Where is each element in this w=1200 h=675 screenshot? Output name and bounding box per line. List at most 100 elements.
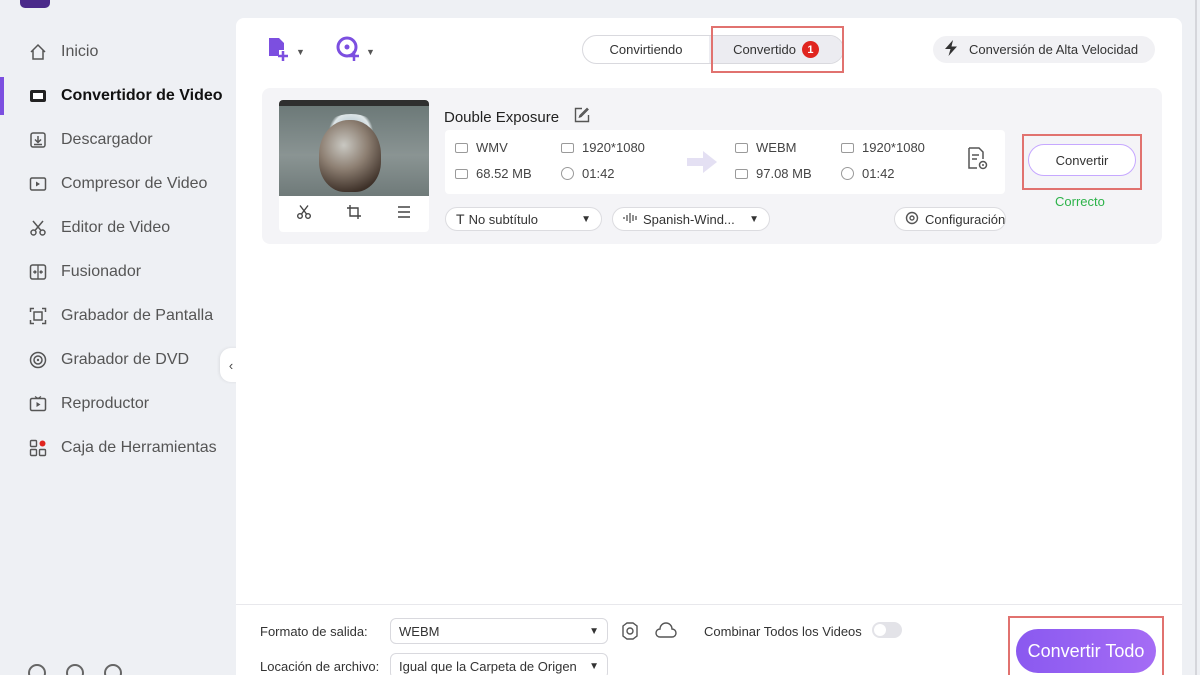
screen-record-icon [27,305,49,327]
chevron-down-icon: ▼ [589,625,599,637]
download-icon [27,129,49,151]
high-speed-conversion-button[interactable]: Conversión de Alta Velocidad [933,36,1155,63]
merge-icon [27,261,49,283]
audio-value-wrap: Spanish-Wind... [623,212,735,227]
target-size: 97.08 MB [735,166,812,181]
source-resolution: 1920*1080 [561,140,645,155]
high-speed-label: Conversión de Alta Velocidad [969,42,1139,57]
resolution-icon [841,142,854,153]
audio-track-dropdown[interactable]: Spanish-Wind... ▼ [612,207,770,231]
folder-icon [455,168,468,179]
target-resolution: 1920*1080 [841,140,925,155]
app-logo [20,0,50,8]
source-resolution-value: 1920*1080 [582,140,645,155]
sidebar-item-label: Inicio [61,43,99,60]
compress-icon [27,173,49,195]
crop-icon[interactable] [346,204,362,224]
target-resolution-value: 1920*1080 [862,140,925,155]
file-location-value: Igual que la Carpeta de Origen [399,658,577,674]
configuration-button[interactable]: Configuración [894,207,1006,231]
main-panel: ▼ ▼ Convirtiendo Convertido 1 Conversión… [236,18,1182,675]
cloud-icon[interactable] [654,621,678,646]
configuration-label: Configuración [925,211,1006,227]
sidebar-item-label: Grabador de Pantalla [61,307,214,324]
highlight-box [1008,616,1164,675]
merge-all-label: Combinar Todos los Videos [704,624,862,639]
file-location-select[interactable]: Igual que la Carpeta de Origen ▼ [390,653,608,675]
add-file-icon [266,36,292,67]
chevron-down-icon: ▼ [749,213,759,225]
sidebar-item-label: Convertidor de Video [61,87,223,104]
sidebar-item-fusionador[interactable]: Fusionador [0,250,236,294]
sidebar-item-compresor[interactable]: Compresor de Video [0,162,236,206]
output-format-select[interactable]: WEBM ▼ [390,618,608,644]
subtitle-dropdown[interactable]: T No subtítulo ▼ [445,207,602,231]
target-format: WEBM [735,140,796,155]
add-file-button[interactable]: ▼ [266,36,305,67]
sidebar: Inicio Convertidor de Video Descargador … [0,0,236,675]
sidebar-item-grabador-pantalla[interactable]: Grabador de Pantalla [0,294,236,338]
sidebar-item-descargador[interactable]: Descargador [0,118,236,162]
player-icon [27,393,49,415]
source-size: 68.52 MB [455,166,532,181]
target-size-value: 97.08 MB [756,166,812,181]
subtitle-value-wrap: T No subtítulo [456,211,538,227]
sidebar-item-label: Compresor de Video [61,175,208,192]
output-format-label: Formato de salida: [260,624,368,639]
thumbnail-decoration [319,120,381,192]
source-duration-value: 01:42 [582,166,615,181]
sidebar-item-label: Fusionador [61,263,142,280]
sidebar-item-label: Reproductor [61,395,150,412]
sidebar-item-reproductor[interactable]: Reproductor [0,382,236,426]
source-format-value: WMV [476,140,508,155]
sidebar-item-label: Editor de Video [61,219,171,236]
sidebar-item-label: Grabador de DVD [61,351,190,368]
source-size-value: 68.52 MB [476,166,532,181]
sidebar-item-convertidor[interactable]: Convertidor de Video [0,74,236,118]
chevron-down-icon: ▼ [296,46,305,57]
feedback-icon[interactable] [104,664,122,675]
add-disc-icon [336,36,362,67]
target-format-value: WEBM [756,140,797,155]
home-icon [27,41,49,63]
arrow-right-icon [687,151,717,173]
output-settings-icon[interactable] [966,146,990,177]
tab-converting[interactable]: Convirtiendo [583,36,709,63]
video-thumbnail-panel [279,100,429,232]
sidebar-item-editor[interactable]: Editor de Video [0,206,236,250]
file-name-row: Double Exposure [444,106,591,128]
toolbox-icon [27,437,49,459]
file-card: Double Exposure WMV 1920*1080 68.52 MB 0… [262,88,1162,244]
add-media-button[interactable]: ▼ [336,36,375,67]
audio-value: Spanish-Wind... [643,211,735,227]
edit-name-icon[interactable] [573,106,591,128]
output-format-value: WEBM [399,623,440,639]
text-icon: T [456,211,465,227]
video-thumbnail[interactable] [279,100,429,196]
highlight-box [711,26,844,73]
sidebar-item-caja-herramientas[interactable]: Caja de Herramientas [0,426,236,470]
sidebar-nav: Inicio Convertidor de Video Descargador … [0,30,236,470]
trim-scissors-icon[interactable] [296,204,312,224]
sidebar-item-inicio[interactable]: Inicio [0,30,236,74]
notification-icon[interactable] [66,664,84,675]
lightning-icon [943,39,959,60]
file-location-label: Locación de archivo: [260,659,380,674]
video-format-icon [735,142,748,153]
bottom-bar: Formato de salida: WEBM ▼ Combinar Todos… [236,604,1182,675]
dvd-icon [27,349,49,371]
chevron-down-icon: ▼ [589,660,599,672]
resolution-icon [561,142,574,153]
output-preset-icon[interactable] [620,621,640,646]
sidebar-item-grabador-dvd[interactable]: Grabador de DVD [0,338,236,382]
status-success: Correcto [1055,194,1105,209]
converter-icon [27,85,49,107]
clock-icon [561,167,574,180]
folder-icon [735,168,748,179]
help-icon[interactable] [28,664,46,675]
merge-all-toggle[interactable] [872,622,902,638]
source-duration: 01:42 [561,166,615,181]
window-scrollbar[interactable] [1182,0,1200,675]
effects-list-icon[interactable] [396,204,412,224]
file-name: Double Exposure [444,108,560,126]
